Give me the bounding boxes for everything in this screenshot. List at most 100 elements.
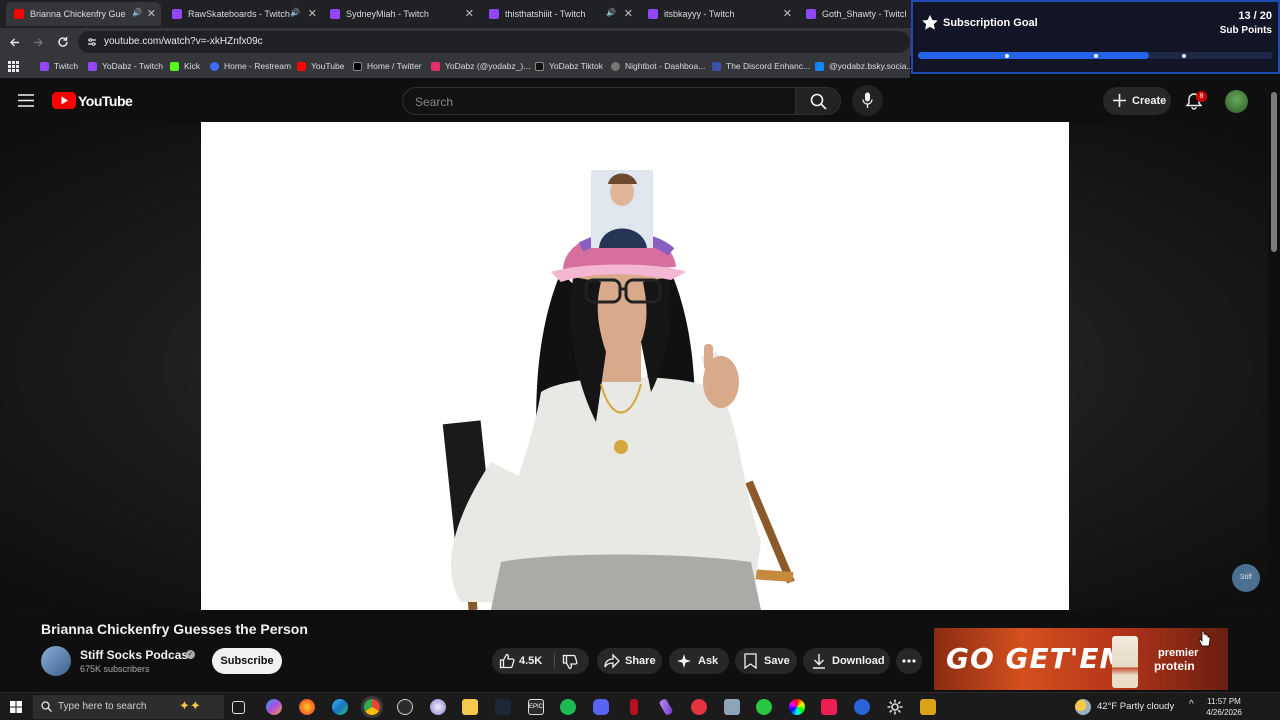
- create-button[interactable]: Create: [1103, 87, 1171, 115]
- speaker-icon[interactable]: 🔊: [290, 8, 300, 17]
- app-circle-icon[interactable]: [691, 699, 707, 715]
- tab-title: thisthatshiiit - Twitch: [505, 9, 586, 19]
- obs-icon[interactable]: [397, 699, 413, 715]
- tray-chevron-up-icon[interactable]: ^: [1189, 699, 1194, 710]
- chrome-icon[interactable]: [364, 699, 380, 715]
- menu-icon[interactable]: [18, 94, 34, 107]
- bookmark-twitch[interactable]: Twitch: [40, 61, 78, 71]
- scrollbar-thumb[interactable]: [1271, 92, 1277, 252]
- app-yellow-icon[interactable]: [920, 699, 936, 715]
- download-button[interactable]: Download: [803, 648, 890, 674]
- tab-title: itsbkayyy - Twitch: [664, 9, 735, 19]
- browser-tab[interactable]: RawSkateboards - Twitch 🔊 ✕: [172, 2, 317, 26]
- reload-icon[interactable]: [57, 36, 69, 48]
- back-arrow-icon[interactable]: [9, 37, 20, 48]
- ask-button[interactable]: Ask: [669, 648, 729, 674]
- like-count[interactable]: 4.5K: [519, 655, 542, 667]
- steam-icon[interactable]: [495, 699, 511, 715]
- browser-tab[interactable]: SydneyMiah - Twitch ✕: [330, 2, 474, 26]
- share-button[interactable]: Share: [597, 648, 662, 674]
- bookmark-discord[interactable]: The Discord Enhanc...: [712, 61, 810, 71]
- apps-grid-icon[interactable]: [8, 61, 19, 72]
- windows-start-icon[interactable]: [10, 701, 22, 713]
- video-player[interactable]: [201, 122, 1069, 610]
- ad-headline: GO GET'EM: [946, 642, 1129, 675]
- bookmark-tiktok[interactable]: YoDabz Tiktok: [535, 61, 603, 71]
- app-blue-icon[interactable]: [854, 699, 870, 715]
- account-avatar[interactable]: [1225, 90, 1248, 113]
- app-icon[interactable]: [430, 699, 446, 715]
- browser-tab[interactable]: Goth_Shawty - Twitch: [806, 2, 906, 26]
- browser-tab[interactable]: thisthatshiiit - Twitch 🔊 ✕: [489, 2, 633, 26]
- site-info-icon[interactable]: [87, 37, 97, 47]
- task-view-icon[interactable]: [232, 701, 245, 714]
- firefox-icon[interactable]: [299, 699, 315, 715]
- share-label: Share: [625, 655, 656, 667]
- close-tab-icon[interactable]: ✕: [147, 7, 156, 20]
- color-picker-icon[interactable]: [789, 699, 805, 715]
- channel-avatar[interactable]: [41, 646, 71, 676]
- browser-tab[interactable]: Brianna Chickenfry Guesse 🔊 ✕: [6, 2, 161, 26]
- tiktok-live-icon[interactable]: [821, 699, 837, 715]
- bookmark-nightbot[interactable]: Nightbot - Dashboa...: [611, 61, 705, 71]
- bookmark-instagram[interactable]: YoDabz (@yodabz_)...: [431, 61, 530, 71]
- page-scrollbar[interactable]: [1268, 80, 1280, 692]
- discord-icon[interactable]: [593, 699, 609, 715]
- windows-taskbar: Type here to search ✦✦ EPIC 42°F Partly …: [0, 692, 1280, 720]
- edge-icon[interactable]: [332, 699, 348, 715]
- bookmark-yodabz-twitch[interactable]: YoDabz - Twitch: [88, 61, 163, 71]
- instagram-icon: [431, 61, 440, 71]
- close-tab-icon[interactable]: ✕: [465, 7, 474, 20]
- bookmark-label: YoDabz Tiktok: [549, 61, 604, 71]
- search-icon: [41, 701, 52, 712]
- copilot-icon[interactable]: [266, 699, 282, 715]
- bookmark-label: @yodabz.bsky.socia...: [829, 61, 914, 71]
- file-explorer-icon[interactable]: [462, 699, 478, 715]
- protein-shake-image: [1112, 636, 1138, 688]
- address-bar[interactable]: youtube.com/watch?v=-xkHZnfx09c: [78, 31, 910, 53]
- goal-marker: [1094, 53, 1098, 58]
- bookmark-bluesky[interactable]: @yodabz.bsky.socia...: [815, 61, 914, 71]
- close-tab-icon[interactable]: ✕: [783, 7, 792, 20]
- tray-clock[interactable]: 11:57 PM 4/26/2026: [1202, 696, 1246, 718]
- taskbar-search-input[interactable]: Type here to search ✦✦: [33, 695, 224, 719]
- settings-gear-icon[interactable]: [887, 699, 903, 715]
- app-window-icon[interactable]: [724, 699, 740, 715]
- search-input[interactable]: Search: [402, 87, 796, 115]
- close-tab-icon[interactable]: ✕: [308, 7, 317, 20]
- voice-search-button[interactable]: [852, 85, 883, 116]
- forward-arrow-icon[interactable]: [33, 37, 44, 48]
- ad-banner[interactable]: GO GET'EM premier protein: [934, 628, 1228, 690]
- ask-label: Ask: [698, 655, 719, 667]
- bookmark-restream[interactable]: Home - Restream: [210, 61, 291, 71]
- bookmark-youtube[interactable]: YouTube: [297, 61, 344, 71]
- more-actions-button[interactable]: [896, 648, 922, 674]
- youtube-logo[interactable]: YouTube: [52, 92, 133, 109]
- spotify-icon[interactable]: [560, 699, 576, 715]
- browser-tab[interactable]: itsbkayyy - Twitch ✕: [648, 2, 792, 26]
- thumbs-down-icon[interactable]: [562, 654, 578, 670]
- twitch-favicon-icon: [648, 9, 658, 19]
- bookmark-kick[interactable]: Kick: [170, 61, 200, 71]
- url-text[interactable]: youtube.com/watch?v=-xkHZnfx09c: [104, 36, 263, 47]
- app-red-icon[interactable]: [630, 699, 638, 715]
- epic-games-icon[interactable]: EPIC: [528, 699, 544, 715]
- search-button[interactable]: [795, 87, 841, 115]
- plus-icon: [1113, 94, 1126, 107]
- thumbs-up-icon[interactable]: [499, 653, 515, 669]
- feather-icon[interactable]: [658, 698, 674, 716]
- bluesky-icon: [815, 61, 824, 71]
- weather-icon[interactable]: [1075, 699, 1091, 715]
- save-button[interactable]: Save: [735, 648, 797, 674]
- speaker-icon[interactable]: 🔊: [132, 8, 142, 17]
- weather-text[interactable]: 42°F Partly cloudy: [1097, 701, 1174, 712]
- channel-name[interactable]: Stiff Socks Podcast: [80, 648, 192, 662]
- close-tab-icon[interactable]: ✕: [624, 7, 633, 20]
- goal-progress-fill: [918, 52, 1149, 59]
- app-green-icon[interactable]: [756, 699, 772, 715]
- goal-progress-bar: [918, 52, 1273, 59]
- subscribe-button[interactable]: Subscribe: [212, 648, 282, 674]
- speaker-icon[interactable]: 🔊: [606, 8, 616, 17]
- bookmark-twitter[interactable]: Home / Twitter: [353, 61, 422, 71]
- channel-watermark[interactable]: Stiff: [1232, 564, 1260, 592]
